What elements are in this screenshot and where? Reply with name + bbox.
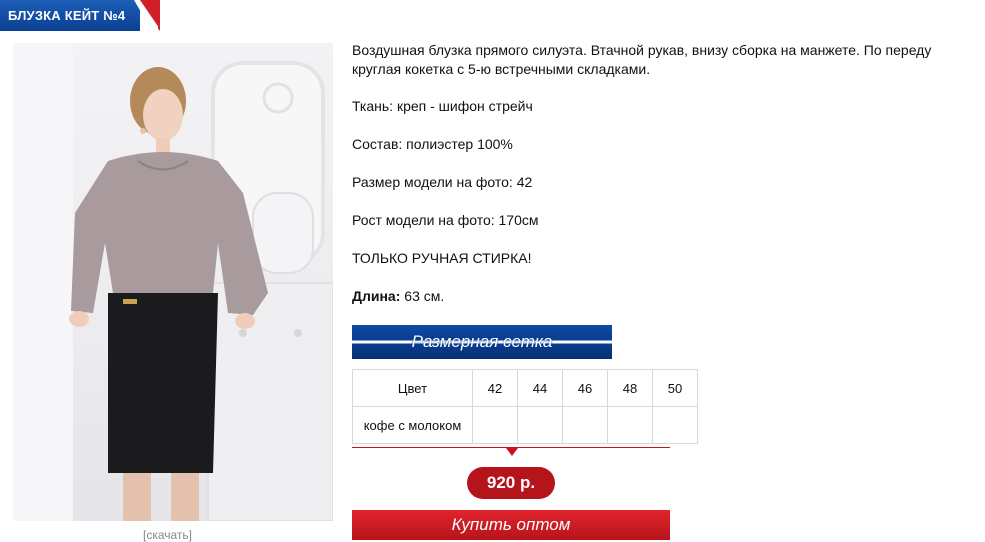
model-height-text: Рост модели на фото: 170см	[352, 212, 539, 228]
model-skirt	[108, 293, 218, 473]
color-cell: кофе с молоком	[352, 406, 473, 444]
wash-instruction: ТОЛЬКО РУЧНАЯ СТИРКА!	[352, 250, 532, 266]
fabric-text: Ткань: креп - шифон стрейч	[352, 98, 533, 114]
size-chart-button-label: Размерная сетка	[411, 332, 553, 351]
product-title-banner: БЛУЗКА КЕЙТ №4	[0, 0, 160, 31]
table-header-cell: 42	[472, 369, 518, 407]
description-line: Воздушная блузка прямого силуэта. Втачно…	[352, 42, 932, 58]
composition-text: Состав: полиэстер 100%	[352, 136, 513, 152]
size-chart-button[interactable]: Размерная сетка	[352, 325, 612, 359]
quantity-cell[interactable]	[562, 406, 608, 444]
skirt-buckle	[123, 299, 137, 304]
birdcage	[252, 192, 314, 274]
wall-panel	[13, 43, 73, 521]
quantity-cell[interactable]	[472, 406, 518, 444]
model-earring	[140, 128, 146, 134]
sizes-table: Цвет 42 44 46 48 50 кофе с молоком	[352, 369, 698, 444]
model-hand	[69, 311, 89, 327]
model-leg	[171, 473, 199, 521]
table-header-cell: 48	[607, 369, 653, 407]
model-leg	[123, 473, 151, 521]
cabinet-knob	[239, 329, 247, 337]
length-text: Длина: 63 см.	[352, 287, 444, 306]
buy-wholesale-button-label: Купить оптом	[451, 515, 571, 534]
model-illustration	[13, 43, 333, 521]
cabinet	[207, 282, 333, 521]
down-arrow-icon	[506, 448, 518, 456]
table-header-cell: 50	[652, 369, 698, 407]
model-size-text: Размер модели на фото: 42	[352, 174, 533, 190]
table-header-cell: 44	[517, 369, 563, 407]
product-title: БЛУЗКА КЕЙТ №4	[8, 8, 126, 23]
buy-wholesale-button[interactable]: Купить оптом	[352, 510, 670, 540]
product-photo[interactable]	[13, 43, 333, 521]
quantity-cell[interactable]	[517, 406, 563, 444]
model-hand	[235, 313, 255, 329]
table-header-row: Цвет 42 44 46 48 50	[352, 369, 698, 407]
length-label: Длина:	[352, 288, 401, 304]
table-row: кофе с молоком	[352, 406, 698, 444]
quantity-cell[interactable]	[607, 406, 653, 444]
table-header-cell: Цвет	[352, 369, 473, 407]
length-value: 63 см.	[400, 288, 445, 304]
description-line: круглая кокетка с 5-ю встречными складка…	[352, 61, 651, 77]
model-face	[143, 89, 183, 141]
table-header-cell: 46	[562, 369, 608, 407]
price-badge: 920 р.	[467, 467, 555, 499]
cabinet-knob	[294, 329, 302, 337]
quantity-cell[interactable]	[652, 406, 698, 444]
download-photo-link[interactable]: [скачать]	[143, 528, 192, 542]
